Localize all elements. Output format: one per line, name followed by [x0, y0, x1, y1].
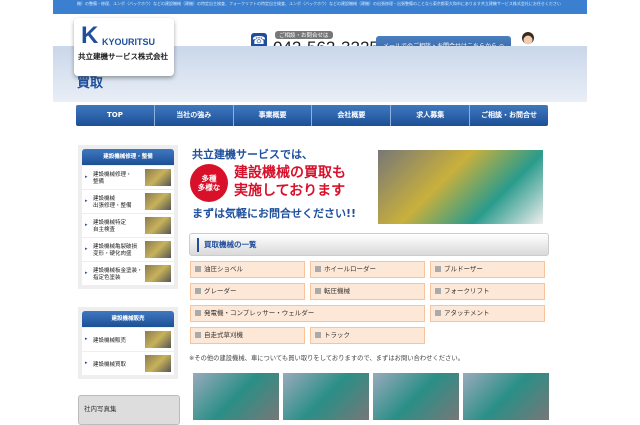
nav-strengths[interactable]: 当社の強み: [155, 105, 234, 126]
hero-line3: まずは気軽にお問合せください!!: [192, 207, 357, 220]
sidebar-heading: 建設機械修理・整備: [82, 149, 174, 165]
list-item[interactable]: 転圧機械: [310, 283, 425, 300]
arrow-icon: [195, 332, 201, 338]
top-banner-text: 機）の整備・修理、ユンボ（バックホウ）などの建設機械（建機）の特定自主検査、フォ…: [53, 0, 587, 14]
list-item[interactable]: 油圧ショベル: [190, 261, 305, 278]
photo-gallery-label: 社内写真集: [84, 405, 117, 413]
sidebar-item[interactable]: 建設機械板金塗装・指定色塗装: [82, 262, 174, 285]
nav-company[interactable]: 会社概要: [312, 105, 392, 126]
sidebar-item[interactable]: 建設機械特定自主検査: [82, 214, 174, 237]
list-title: 買取機械の一覧: [204, 240, 257, 249]
list-item[interactable]: フォークリフト: [430, 283, 545, 300]
hero-line2: 建設機械の買取も 実施しております: [234, 165, 346, 199]
logo-company: 共立建機サービス株式会社: [78, 52, 168, 61]
arrow-icon: [435, 288, 441, 294]
list-item[interactable]: 発電機・コンプレッサー・ウェルダー: [190, 305, 425, 322]
sidebar-item[interactable]: 建設機械買取: [82, 352, 174, 375]
header: K KYOURITSU 共立建機サービス株式会社 ☎ ご相談・お問合せは 042…: [53, 14, 587, 76]
sidebar-item[interactable]: 建設機械修理・整備: [82, 166, 174, 189]
thumbnail: [145, 331, 171, 348]
machine-photos: [193, 373, 549, 420]
machine-photo: [373, 373, 459, 420]
hero-banner: 共立建機サービスでは、 多種 多様な 建設機械の買取も 実施しております まずは気軽…: [188, 140, 548, 230]
thumbnail: [145, 265, 171, 282]
page: 機）の整備・修理、ユンボ（バックホウ）などの建設機械（建機）の特定自主検査、フォ…: [53, 0, 587, 425]
nav-top[interactable]: TOP: [76, 105, 155, 126]
arrow-icon: [435, 310, 441, 316]
thumbnail: [145, 241, 171, 258]
machine-photo: [283, 373, 369, 420]
note-text: ※その他の建設機械、車についても買い取りをしておりますので、まずはお問い合わせく…: [189, 355, 464, 362]
nav-business[interactable]: 事業概要: [234, 105, 313, 126]
hero-line1: 共立建機サービスでは、: [192, 148, 313, 161]
arrow-icon: [435, 266, 441, 272]
arrow-icon: [315, 332, 321, 338]
arrow-icon: [315, 266, 321, 272]
list-item[interactable]: 自走式草刈機: [190, 327, 305, 344]
photo-gallery-link[interactable]: 社内写真集: [78, 395, 180, 425]
machine-photo: [463, 373, 549, 420]
thumbnail: [145, 169, 171, 186]
thumbnail: [145, 355, 171, 372]
sidebar-repair: 建設機械修理・整備 建設機械修理・整備 建設機械出張修理・整備 建設機械特定自主…: [78, 145, 178, 289]
sidebar-heading: 建設機械販売: [82, 311, 174, 327]
logo-brand: KYOURITSU: [102, 37, 156, 47]
arrow-icon: [195, 266, 201, 272]
logo[interactable]: K KYOURITSU 共立建機サービス株式会社: [74, 18, 174, 76]
list-item[interactable]: アタッチメント: [430, 305, 545, 322]
list-item[interactable]: トラック: [310, 327, 425, 344]
sidebar-sales: 建設機械販売 建設機械販売 建設機械買取: [78, 307, 178, 379]
arrow-icon: [195, 310, 201, 316]
list-item[interactable]: ホイールローダー: [310, 261, 425, 278]
thumbnail: [145, 217, 171, 234]
machinery-image: [378, 150, 543, 224]
arrow-icon: [195, 288, 201, 294]
sidebar-item[interactable]: 建設機械亀裂破損変形・硬化肉盛: [82, 238, 174, 261]
sidebar-item[interactable]: 建設機械販売: [82, 328, 174, 351]
list-item[interactable]: グレーダー: [190, 283, 305, 300]
list-item[interactable]: ブルドーザー: [430, 261, 545, 278]
hero-badge: 多種 多様な: [190, 164, 228, 202]
main-nav: TOP 当社の強み 事業概要 会社概要 求人募集 ご相談・お問合せ: [76, 105, 548, 126]
thumbnail: [145, 193, 171, 210]
nav-recruit[interactable]: 求人募集: [391, 105, 471, 126]
list-heading: 買取機械の一覧: [189, 233, 549, 256]
logo-letter: K: [81, 22, 99, 49]
machine-photo: [193, 373, 279, 420]
arrow-icon: [315, 288, 321, 294]
nav-contact[interactable]: ご相談・お問合せ: [470, 105, 548, 126]
sidebar-item[interactable]: 建設機械出張修理・整備: [82, 190, 174, 213]
